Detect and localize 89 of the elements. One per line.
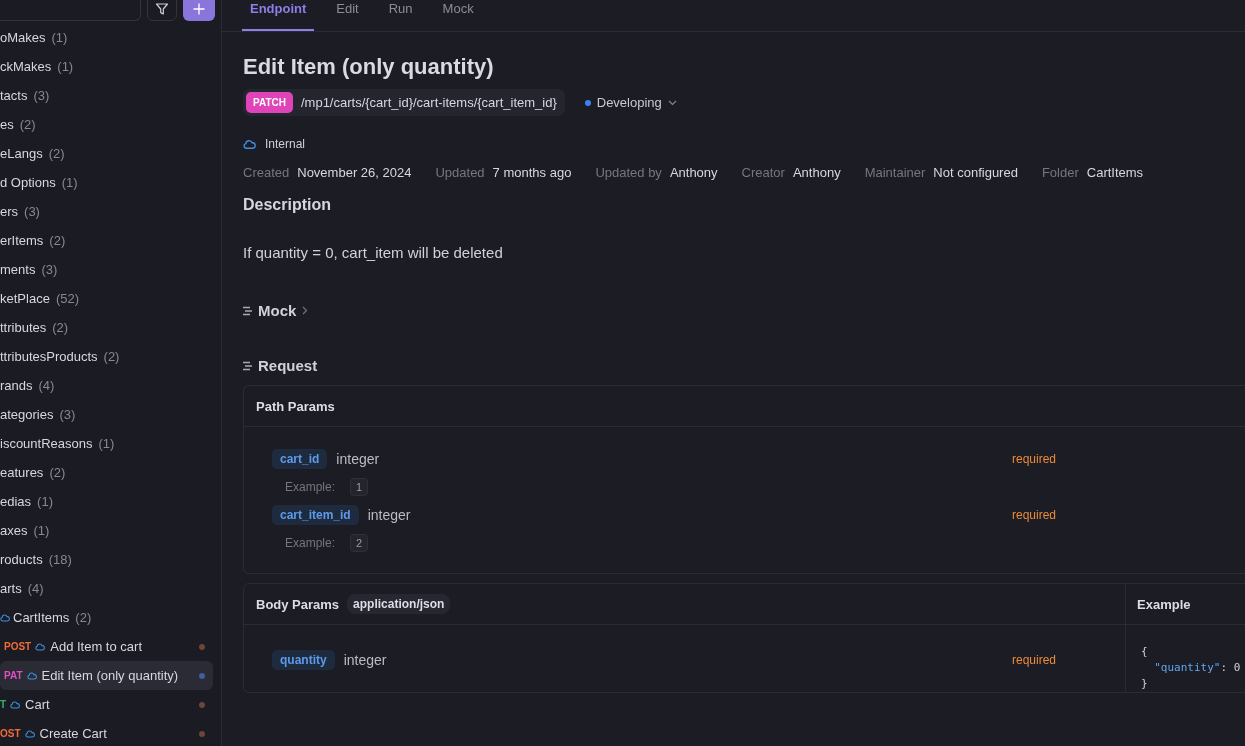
content-type-tag: application/json: [347, 594, 451, 614]
folder-item[interactable]: ttributes (2): [0, 313, 213, 342]
meta-value: Anthony: [669, 165, 718, 180]
meta-value: 7 months ago: [492, 165, 572, 180]
required-label: required: [1012, 508, 1057, 522]
example-value: 2: [350, 534, 369, 552]
outline-icon: [243, 305, 252, 316]
meta-label: Folder: [1041, 165, 1079, 180]
param-type: integer: [343, 652, 387, 668]
chevron-right-icon: [302, 306, 309, 315]
param-type: integer: [367, 507, 411, 523]
folder-item[interactable]: CartItems (2): [0, 603, 213, 632]
filter-icon: [155, 2, 169, 16]
example-value: 1: [350, 478, 369, 496]
endpoint-item[interactable]: PAT Edit Item (only quantity): [0, 661, 213, 690]
cloud-icon: [243, 137, 256, 151]
example-label: Example:: [285, 480, 336, 494]
meta-label: Creator: [741, 165, 785, 180]
visibility-label: Internal: [265, 137, 306, 151]
meta-value: CartItems: [1086, 165, 1144, 180]
meta-label: Maintainer: [864, 165, 926, 180]
status-dropdown[interactable]: Developing: [584, 95, 677, 110]
meta-value: Anthony: [792, 165, 841, 180]
cloud-icon: [35, 641, 46, 652]
cloud-icon: [0, 612, 10, 623]
code-line: }: [1141, 676, 1149, 692]
tab[interactable]: Mock: [434, 0, 482, 31]
required-label: required: [1012, 452, 1057, 466]
code-line: {: [1141, 644, 1149, 660]
folder-item[interactable]: tacts (3): [0, 81, 213, 110]
chevron-down-icon: [667, 99, 677, 106]
folder-item[interactable]: erItems (2): [0, 226, 213, 255]
meta-label: Created: [243, 165, 290, 180]
section-heading: Request: [258, 357, 318, 374]
folder-item[interactable]: axes (1): [0, 516, 213, 545]
param-name: quantity: [272, 650, 335, 670]
folder-item[interactable]: ments (3): [0, 255, 213, 284]
meta-label: Updated by: [595, 165, 662, 180]
folder-item[interactable]: oMakes (1): [0, 23, 213, 52]
folder-item[interactable]: ckMakes (1): [0, 52, 213, 81]
folder-item[interactable]: ers (3): [0, 197, 213, 226]
folder-item[interactable]: iscountReasons (1): [0, 429, 213, 458]
add-button[interactable]: [183, 0, 215, 21]
param-name: cart_item_id: [272, 505, 359, 525]
folder-item[interactable]: arts (4): [0, 574, 213, 603]
meta-value: Not configured: [933, 165, 1018, 180]
folder-item[interactable]: ketPlace (52): [0, 284, 213, 313]
method-badge: PATCH: [246, 92, 293, 113]
tab[interactable]: Endpoint: [242, 0, 315, 31]
search-field[interactable]: [0, 0, 141, 21]
folder-item[interactable]: eatures (2): [0, 458, 213, 487]
folder-item[interactable]: d Options (1): [0, 168, 213, 197]
endpoint-item[interactable]: OST Create Cart: [0, 719, 213, 746]
folder-item[interactable]: ttributesProducts (2): [0, 342, 213, 371]
method-label: OST: [0, 728, 21, 739]
example-label: Example:: [285, 536, 336, 550]
folder-item[interactable]: roducts (18): [0, 545, 213, 574]
section-heading: Description: [243, 196, 332, 214]
meta-value: November 26, 2024: [297, 165, 412, 180]
endpoint-path: /mp1/carts/{cart_id}/cart-items/{cart_item_id}: [300, 95, 557, 110]
outline-icon: [243, 360, 252, 371]
endpoint-title: Edit Item (only quantity): [243, 53, 495, 81]
method-label: T: [0, 699, 7, 710]
cloud-icon: [26, 670, 37, 681]
param-type: integer: [336, 451, 380, 467]
param-name: cart_id: [272, 449, 328, 469]
description-text: If quantity = 0, cart_item will be deleted: [243, 244, 504, 261]
section-heading[interactable]: Mock: [258, 302, 297, 319]
folder-item[interactable]: es (2): [0, 110, 213, 139]
plus-icon: [193, 3, 205, 15]
card-heading: Path Params: [256, 398, 335, 414]
tab[interactable]: Run: [380, 0, 421, 31]
card-heading: Body Params: [256, 596, 340, 612]
folder-item[interactable]: eLangs (2): [0, 139, 213, 168]
filter-button[interactable]: [147, 0, 177, 21]
cloud-icon: [10, 699, 21, 710]
folder-item[interactable]: edias (1): [0, 487, 213, 516]
cloud-icon: [24, 728, 35, 739]
method-label: POST: [4, 641, 32, 652]
folder-item[interactable]: rands (4): [0, 371, 213, 400]
tab[interactable]: Edit: [328, 0, 367, 31]
code-line: "quantity": 0: [1153, 660, 1242, 676]
endpoint-item[interactable]: POST Add Item to cart: [0, 632, 213, 661]
meta-label: Updated: [435, 165, 485, 180]
folder-item[interactable]: ategories (3): [0, 400, 213, 429]
method-label: PAT: [4, 670, 23, 681]
card-heading: Example: [1137, 596, 1191, 612]
required-label: required: [1012, 653, 1057, 667]
endpoint-item[interactable]: T Cart: [0, 690, 213, 719]
